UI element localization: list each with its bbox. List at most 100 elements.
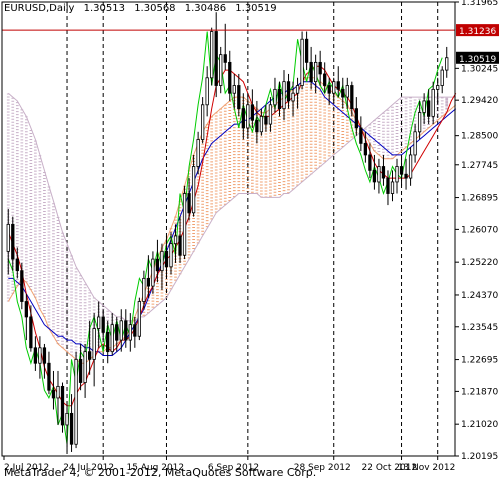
candle-body-bear (386, 177, 390, 194)
candle-body-bear (250, 104, 255, 121)
candle-body-bear (368, 154, 372, 171)
candle-body-bull (56, 385, 60, 399)
candle-body-bear (133, 324, 137, 337)
y-tick-label: 1.21870 (461, 387, 498, 397)
candlestick (60, 382, 65, 433)
candle-body-bull (268, 104, 273, 125)
candle-body-bull (395, 166, 399, 183)
candle-body-bear (33, 347, 38, 364)
candle-body-bear (323, 73, 327, 86)
y-tick-label: 1.27745 (461, 161, 498, 171)
candle-body-bull (219, 54, 223, 86)
candle-body-bear (155, 258, 160, 272)
candle-body-bear (404, 173, 408, 179)
candle-body-bear (286, 81, 291, 102)
candle-body-bull (173, 235, 178, 245)
candle-body-bull (83, 351, 87, 383)
y-tick-label: 1.26895 (461, 194, 498, 204)
candle-body-bear (146, 277, 151, 287)
y-tick-label: 1.21020 (461, 420, 498, 430)
candle-body-bull (440, 69, 444, 86)
candlestick (74, 351, 78, 449)
candle-body-bear (11, 223, 15, 260)
candle-body-bull (142, 277, 146, 302)
y-tick-label: 1.25220 (461, 258, 498, 268)
candle-body-bear (264, 115, 268, 125)
y-tick-label: 1.31965 (461, 0, 498, 8)
candle-body-bear (178, 235, 182, 256)
candle-body-bear (304, 38, 309, 63)
candle-body-bull (377, 166, 381, 183)
candle-body-bull (314, 61, 318, 83)
candle-body-bear (228, 61, 232, 94)
candle-body-bear (327, 85, 331, 94)
candle-body-bull (119, 320, 123, 341)
candle-body-bull (92, 328, 96, 360)
candle-body-bull (137, 301, 141, 337)
candle-body-bull (295, 85, 300, 94)
candle-body-bull (97, 316, 101, 329)
candlestick (210, 27, 214, 86)
candle-body-bull (291, 92, 295, 102)
candle-body-bear (15, 258, 19, 272)
candle-body-bull (6, 223, 10, 252)
y-tick-label: 1.22695 (461, 356, 498, 366)
chart-window[interactable]: 1.31965 1.31236 1.30519 1.30245 1.29420 1.285… (0, 0, 500, 500)
candle-body-bull (196, 139, 200, 167)
candle-body-bear (277, 88, 282, 110)
candle-body-bear (20, 270, 24, 302)
candle-body-bear (29, 316, 33, 349)
candle-body-bear (115, 324, 119, 341)
chart-header: EURUSD,Daily 1.30513 1.30568 1.30486 1.3… (4, 3, 283, 14)
candle-body-bear (87, 351, 92, 360)
candle-body-bear (164, 250, 169, 268)
candle-body-bull (38, 347, 42, 364)
price-chart[interactable]: 1.319651.312361.305191.302451.294201.285… (0, 0, 500, 500)
candle-body-bull (128, 324, 132, 341)
candle-body-bear (214, 31, 218, 86)
candle-body-bull (74, 358, 78, 445)
candle-body-bear (309, 61, 313, 83)
candle-body-bull (191, 166, 196, 214)
y-tick-label: 1.23545 (461, 323, 498, 333)
timeframe-label: Daily (49, 3, 75, 14)
candle-body-bear (399, 166, 404, 175)
candle-body-bear (372, 169, 377, 183)
candle-body-bull (65, 412, 69, 426)
candle-body-bull (151, 258, 155, 287)
candle-body-bear (354, 108, 358, 129)
candle-body-bull (300, 38, 304, 86)
candle-body-bull (259, 115, 264, 133)
candle-body-bear (427, 100, 431, 117)
candle-body-bear (255, 119, 259, 133)
candle-body-bear (124, 320, 128, 341)
candle-body-bull (408, 154, 413, 179)
ohlc-low: 1.30486 (184, 3, 227, 14)
y-tick-label: 1.24370 (461, 291, 498, 301)
symbol-label: EURUSD (4, 3, 46, 14)
candle-body-bull (210, 31, 214, 79)
candlestick (137, 297, 141, 341)
candle-body-bear (241, 108, 245, 129)
candle-body-bull (413, 131, 417, 156)
symbol-timeframe: EURUSD,Daily (4, 3, 75, 14)
candle-body-bull (160, 250, 164, 272)
candle-body-bear (341, 88, 345, 98)
last-price-label: 1.30519 (459, 55, 496, 65)
candle-body-bear (42, 347, 47, 364)
candle-body-bear (336, 81, 340, 90)
y-tick-label: 1.29420 (461, 96, 498, 106)
copyright-footer: MetaTrader 4, © 2001-2012, MetaQuotes So… (4, 466, 317, 479)
y-tick-label: 1.30245 (461, 64, 498, 74)
candlestick (300, 31, 304, 90)
candle-body-bull (431, 88, 435, 117)
candle-body-bear (101, 316, 105, 333)
candle-body-bull (110, 324, 114, 353)
x-tick-label: 13 Nov 2012 (398, 463, 456, 473)
candle-body-bear (51, 389, 56, 399)
candle-body-bear (47, 362, 51, 391)
candle-body-bull (436, 85, 440, 90)
candlestick (182, 185, 187, 260)
candle-body-bear (60, 385, 65, 426)
candle-body-bull (200, 104, 205, 140)
